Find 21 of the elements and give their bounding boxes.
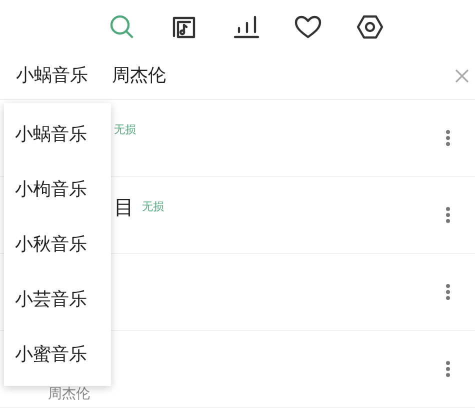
clear-button[interactable] <box>455 68 469 82</box>
song-title: 目 <box>114 194 134 221</box>
lossless-tag: 无损 <box>114 122 136 138</box>
menu-item[interactable]: 小蜗音乐 <box>4 121 111 148</box>
more-button[interactable] <box>443 204 453 226</box>
more-button[interactable] <box>443 358 453 380</box>
menu-item[interactable]: 小芸音乐 <box>4 286 111 313</box>
more-button[interactable] <box>443 127 453 149</box>
source-selector[interactable]: 小蜗音乐 <box>16 62 88 89</box>
artist-name: 周杰伦 <box>47 387 91 401</box>
more-icon <box>445 129 451 147</box>
close-icon <box>455 68 469 82</box>
menu-item[interactable]: 小枸音乐 <box>4 176 111 203</box>
menu-item[interactable]: 小秋音乐 <box>4 231 111 258</box>
more-icon <box>445 206 451 224</box>
more-button[interactable] <box>443 281 453 303</box>
lossless-tag: 无损 <box>142 198 164 216</box>
menu-item[interactable]: 小蜜音乐 <box>4 341 111 368</box>
more-icon <box>445 283 451 301</box>
more-icon <box>445 360 451 378</box>
search-field[interactable]: 周杰伦 <box>112 62 455 89</box>
